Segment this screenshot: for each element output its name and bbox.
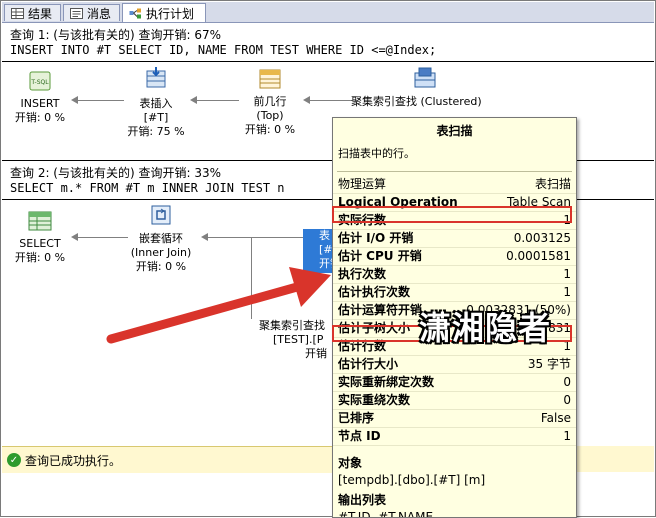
plan-node-clustered-index-label: 聚集索引查找 (Clustered) xyxy=(351,95,482,108)
property-value: 表扫描 xyxy=(534,177,571,191)
tsql-icon: T-SQL xyxy=(29,71,51,91)
plan-connector xyxy=(308,100,352,101)
plan-node-table-insert-label: 表插入 xyxy=(139,97,173,110)
property-value: 1 xyxy=(563,267,571,281)
status-message: ✓ 查询已成功执行。 xyxy=(2,446,332,473)
arrow-left-icon xyxy=(71,233,78,241)
arrow-left-icon xyxy=(71,96,78,104)
plan-connector xyxy=(206,237,304,238)
tooltip-property-row: 实际重绕次数 0 xyxy=(333,392,576,410)
red-arrow-icon xyxy=(106,267,331,344)
plan-node-top-label: 前几行 xyxy=(253,95,287,108)
grid-icon xyxy=(11,7,24,19)
tooltip-divider xyxy=(337,171,572,172)
tab-messages-label: 消息 xyxy=(87,6,112,21)
tooltip-property-row: 物理运算 表扫描 xyxy=(333,176,576,194)
plan-node-nested-loops-sub: (Inner Join) xyxy=(130,246,192,259)
query1-header: 查询 1: (与该批有关的) 查询开销: 67% INSERT INTO #T … xyxy=(2,23,654,62)
tooltip-property-row: 已排序 False xyxy=(333,410,576,428)
query2-cost-text: 查询 2: (与该批有关的) 查询开销: 33% xyxy=(10,166,222,180)
plan-node-select-cost: 开销: 0 % xyxy=(14,251,66,264)
tooltip-property-row: 估计 I/O 开销 0.003125 xyxy=(333,230,576,248)
property-value: 1 xyxy=(563,429,571,443)
plan-connector xyxy=(195,100,239,101)
execution-plan-icon xyxy=(129,8,141,18)
property-name: 估计 CPU 开销 xyxy=(338,249,422,263)
highlight-actual-rows xyxy=(332,206,572,223)
tooltip-property-row: 实际重新绑定次数 0 xyxy=(333,374,576,392)
tooltip-object-label: 对象 xyxy=(338,456,363,470)
tab-results-label: 结果 xyxy=(28,6,53,21)
select-icon xyxy=(28,211,52,231)
plan-node-table-insert-sub: [#T] xyxy=(143,111,169,124)
property-name: 估计执行次数 xyxy=(338,285,411,299)
svg-text:T-SQL: T-SQL xyxy=(30,79,49,86)
property-name: 估计运算符开销 xyxy=(338,303,423,317)
query2-sql: SELECT m.* FROM #T m INNER JOIN TEST n xyxy=(10,181,285,195)
table-insert-icon xyxy=(146,67,166,88)
results-window: 结果 消息 执行计划 查询 1: (与该批有关的) 查询开销: 67% INSE… xyxy=(0,0,656,518)
property-value: 0.003125 xyxy=(513,231,571,245)
property-name: 物理运算 xyxy=(338,177,387,191)
plan-node-select[interactable]: SELECT 开销: 0 % xyxy=(10,211,70,265)
tooltip-property-row: 节点 ID 1 xyxy=(333,428,576,446)
plan-node-table-insert[interactable]: 表插入 [#T] 开销: 75 % xyxy=(121,67,191,139)
plan-node-clustered-index[interactable]: 聚集索引查找 (Clustered) xyxy=(351,67,511,109)
plan-node-table-scan-sub: [# xyxy=(319,243,333,256)
plan-node-select-label: SELECT xyxy=(19,237,61,250)
plan-node-insert-cost: 开销: 0 % xyxy=(14,111,66,124)
tooltip-property-row: 估计 CPU 开销 0.0001581 xyxy=(333,248,576,266)
property-name: 估计 I/O 开销 xyxy=(338,231,414,245)
top-icon xyxy=(259,69,281,89)
tooltip-output-label: 输出列表 xyxy=(338,493,387,507)
tab-messages[interactable]: 消息 xyxy=(63,4,120,21)
plan-node-insert-label: INSERT xyxy=(20,97,60,110)
property-name: 已排序 xyxy=(338,411,375,425)
plan-node-table-scan-label: 表 xyxy=(319,229,330,242)
tooltip-object-value: [tempdb].[dbo].[#T] [m] xyxy=(338,473,486,487)
property-name: 执行次数 xyxy=(338,267,387,281)
plan-node-top-sub: (Top) xyxy=(256,109,284,122)
tab-execution-plan-label: 执行计划 xyxy=(146,6,195,21)
plan-node-top[interactable]: 前几行 (Top) 开销: 0 % xyxy=(239,69,301,137)
status-text: 查询已成功执行。 xyxy=(25,453,122,468)
plan-node-insert[interactable]: T-SQL INSERT 开销: 0 % xyxy=(10,71,70,125)
plan-connector xyxy=(76,100,124,101)
messages-icon xyxy=(70,7,83,19)
query1-sql: INSERT INTO #T SELECT ID, NAME FROM TEST… xyxy=(10,43,437,57)
tab-results[interactable]: 结果 xyxy=(4,4,61,21)
tooltip-property-row: 执行次数 1 xyxy=(333,266,576,284)
tooltip-description: 扫描表中的行。 xyxy=(338,147,415,160)
property-value: 35 字节 xyxy=(527,357,571,371)
arrow-left-icon xyxy=(303,96,310,104)
tooltip-property-row: 估计行大小 35 字节 xyxy=(333,356,576,374)
property-value: False xyxy=(540,411,571,425)
property-name: 实际重新绑定次数 xyxy=(338,375,435,389)
tab-execution-plan[interactable]: 执行计划 xyxy=(122,3,206,22)
arrow-left-icon xyxy=(201,233,208,241)
property-name: 节点 ID xyxy=(338,429,381,443)
success-check-icon: ✓ xyxy=(7,453,21,467)
plan-node-nested-loops-label: 嵌套循环 xyxy=(139,232,183,245)
tooltip-title: 表扫描 xyxy=(436,124,473,138)
property-value: 0 xyxy=(563,393,571,407)
property-name: 估计行大小 xyxy=(338,357,399,371)
watermark: 潇湘隐者 xyxy=(419,309,552,347)
property-value: 0.0001581 xyxy=(506,249,571,263)
plan-node-top-cost: 开销: 0 % xyxy=(244,123,296,136)
property-name: 实际重绕次数 xyxy=(338,393,411,407)
arrow-left-icon xyxy=(190,96,197,104)
property-value: 0 xyxy=(563,375,571,389)
property-value: 1 xyxy=(563,285,571,299)
nested-loops-icon xyxy=(151,205,171,225)
tooltip-property-row: 估计执行次数 1 xyxy=(333,284,576,302)
plan-node-table-insert-cost: 开销: 75 % xyxy=(127,125,185,138)
clustered-index-seek-icon xyxy=(414,67,436,88)
results-tab-strip: 结果 消息 执行计划 xyxy=(2,2,654,23)
query1-cost-text: 查询 1: (与该批有关的) 查询开销: 67% xyxy=(10,28,222,42)
